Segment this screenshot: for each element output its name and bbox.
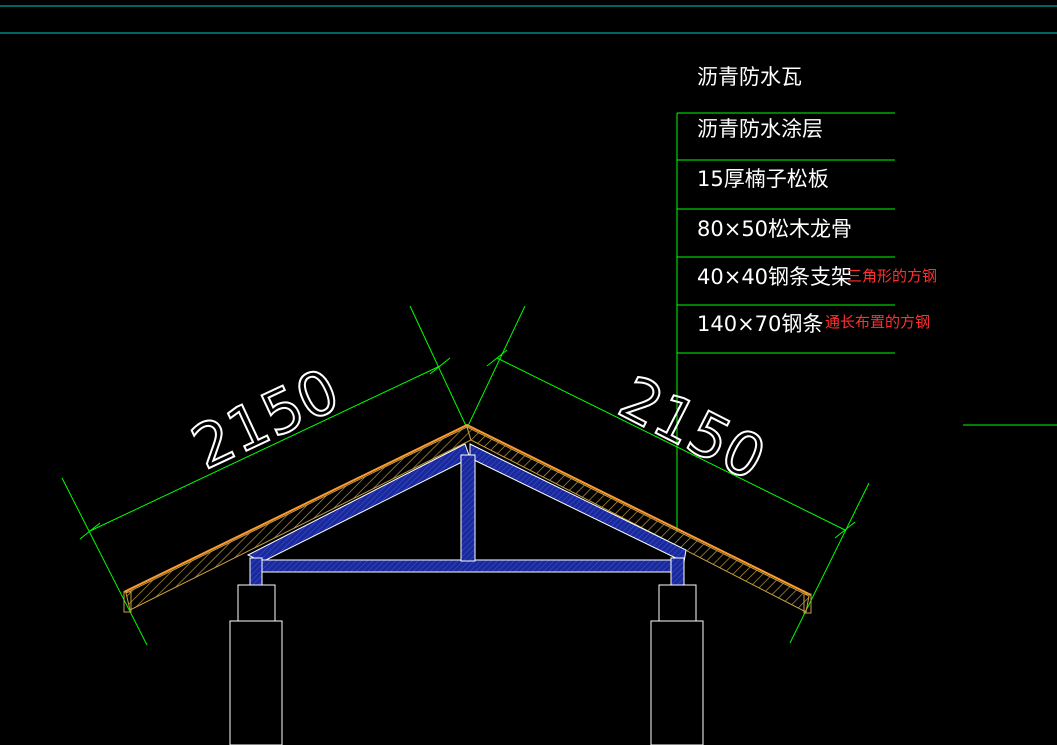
truss-rafter-right [469,443,687,563]
layer-note-5: 三角形的方钢 [847,267,937,285]
layer-label-2: 沥青防水涂层 [697,117,823,141]
column-right [650,620,704,745]
layer-label-4: 80×50松木龙骨 [697,217,852,241]
layer-labels: 沥青防水瓦 沥青防水涂层 15厚楠子松板 80×50松木龙骨 40×40钢条支架… [697,65,937,336]
column-cap-left [237,584,276,622]
truss-tie-beam [249,559,685,573]
layer-note-6: 通长布置的方钢 [825,313,930,331]
layer-label-1: 沥青防水瓦 [697,65,802,89]
layer-label-5: 40×40钢条支架 [697,265,852,289]
column-cap-right [658,584,697,622]
dimension-right: 2150 [608,363,776,495]
truss-rafter-left [246,443,471,563]
truss-bearing-right [670,557,685,586]
roof-section-drawing: 沥青防水瓦 沥青防水涂层 15厚楠子松板 80×50松木龙骨 40×40钢条支架… [0,5,1057,745]
layer-label-3: 15厚楠子松板 [697,167,829,191]
layer-label-6: 140×70钢条 [697,312,823,336]
truss-king-post [460,454,476,562]
column-left [229,620,283,745]
roof-board-left [125,426,472,611]
columns [229,584,704,745]
truss-bearing-left [249,557,263,586]
dimension-left: 2150 [182,356,350,484]
